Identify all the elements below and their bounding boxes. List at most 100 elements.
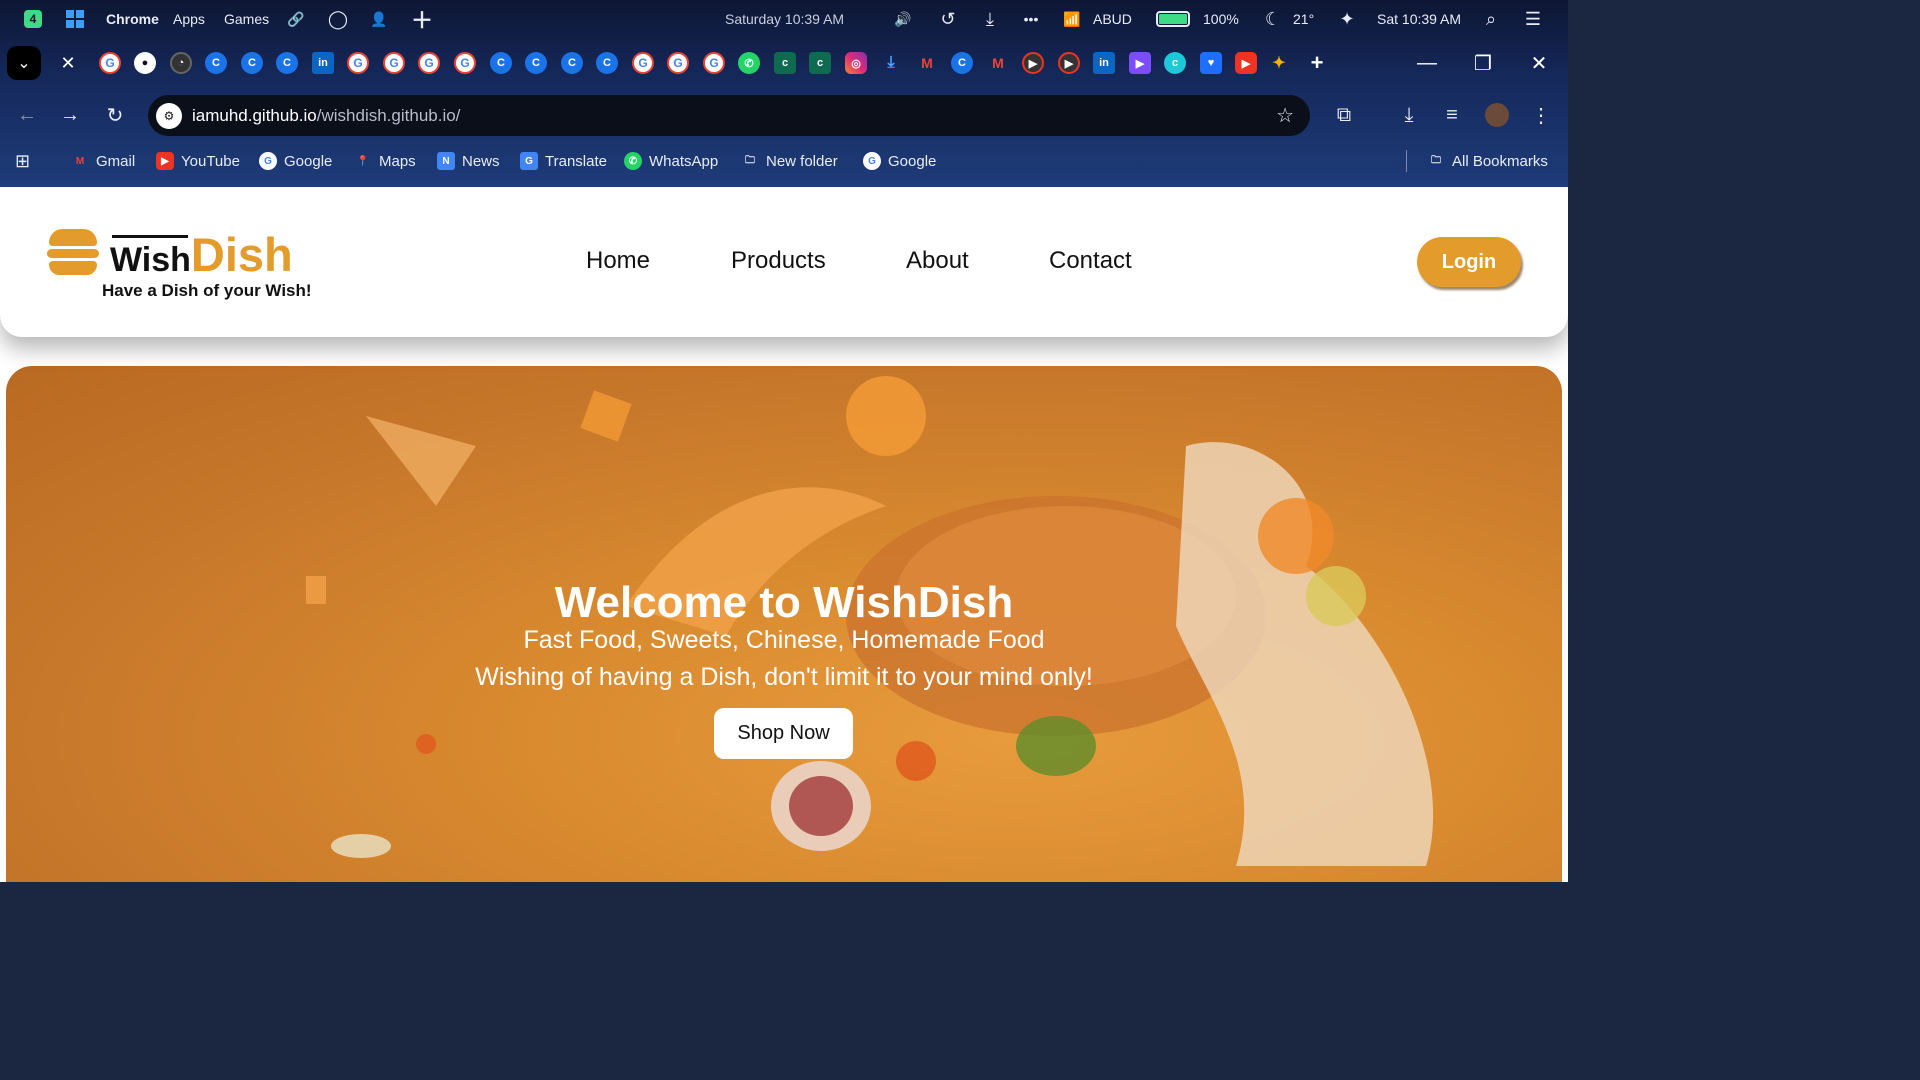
instagram-icon[interactable]: ◎ (845, 52, 867, 74)
bookmark-label: News (462, 152, 500, 170)
google-icon[interactable]: G (347, 52, 369, 74)
forward-button[interactable]: → (55, 100, 85, 130)
apps-grid-button[interactable]: ⊞ (15, 150, 30, 172)
bookmark-translate[interactable]: G Translate (520, 150, 607, 172)
downloads-button[interactable]: ⤓ (1394, 100, 1424, 130)
google-icon[interactable]: G (703, 52, 725, 74)
c-site-icon[interactable]: C (951, 52, 973, 74)
c-site-icon[interactable]: C (596, 52, 618, 74)
reload-button[interactable]: ↻ (100, 100, 130, 130)
chatgpt-icon[interactable]: c (774, 52, 796, 74)
shop-now-button[interactable]: Shop Now (714, 708, 853, 759)
all-bookmarks[interactable]: 🗀 All Bookmarks (1406, 150, 1548, 172)
site-tagline: Have a Dish of your Wish! (102, 281, 312, 300)
youtube-icon[interactable]: ▶ (1058, 52, 1080, 74)
close-window-button[interactable]: ✕ (1511, 40, 1567, 86)
history-icon[interactable]: ↺ (938, 0, 958, 38)
extensions-button[interactable]: ⧉ (1329, 100, 1359, 130)
chrome-menu-button[interactable]: ⋮ (1526, 100, 1556, 130)
download-icon: ⤓ (1404, 103, 1414, 126)
youtube-icon[interactable]: ▶ (1022, 52, 1044, 74)
bookmark-gmail[interactable]: M Gmail (71, 150, 135, 172)
site-logo[interactable]: Wish Dish (110, 227, 293, 282)
search-icon[interactable]: ⌕ (1481, 0, 1501, 38)
center-clock[interactable]: Saturday 10:39 AM (725, 0, 844, 38)
sparkle-icon[interactable]: ✦ (1337, 0, 1357, 38)
nav-contact[interactable]: Contact (1049, 247, 1132, 275)
google-icon[interactable]: G (667, 52, 689, 74)
play-icon[interactable]: ▶ (1129, 52, 1151, 74)
gmail-icon[interactable]: M (916, 52, 938, 74)
volume-icon[interactable]: 🔊 (893, 0, 913, 38)
google-icon[interactable]: G (454, 52, 476, 74)
apps-menu[interactable]: Apps (173, 0, 205, 38)
minimize-button[interactable]: — (1399, 40, 1455, 86)
google-icon[interactable]: G (418, 52, 440, 74)
gmail-icon[interactable]: M (987, 52, 1009, 74)
bookmark-youtube[interactable]: ▶ YouTube (156, 150, 240, 172)
nav-products[interactable]: Products (731, 247, 826, 275)
windows-icon[interactable] (66, 0, 84, 38)
bookmark-maps[interactable]: 📍 Maps (354, 150, 416, 172)
close-tab-button[interactable]: ✕ (51, 46, 85, 80)
c-site-icon[interactable]: C (241, 52, 263, 74)
more-dots-icon[interactable]: ••• (1021, 0, 1041, 38)
weather-temp[interactable]: 21° (1293, 0, 1314, 38)
workspace-badge[interactable]: 4 (24, 0, 42, 38)
bookmark-whatsapp[interactable]: ✆ WhatsApp (624, 150, 718, 172)
c-site-icon[interactable]: C (276, 52, 298, 74)
wifi-icon[interactable]: 📶 (1062, 0, 1082, 38)
burger-logo-icon[interactable] (47, 229, 99, 277)
translate-icon: G (520, 152, 538, 170)
plus-icon[interactable]: ＋ (411, 0, 433, 38)
linkedin-icon[interactable]: in (312, 52, 334, 74)
tab-search-button[interactable]: ⌄ (7, 46, 41, 80)
google-icon[interactable]: G (383, 52, 405, 74)
c-site-icon[interactable]: C (525, 52, 547, 74)
site-info-icon[interactable]: ⚙ (156, 102, 182, 129)
address-text[interactable]: iamuhd.github.io/wishdish.github.io/ (192, 106, 460, 126)
restore-button[interactable]: ❐ (1455, 40, 1511, 86)
bookmark-google[interactable]: G Google (863, 150, 936, 172)
network-name[interactable]: ABUD (1093, 0, 1132, 38)
back-button[interactable]: ← (12, 100, 42, 130)
c-site-icon[interactable]: C (205, 52, 227, 74)
canva-icon[interactable]: c (1164, 52, 1186, 74)
download-icon[interactable]: ⤓ (880, 52, 902, 74)
github-icon[interactable]: ● (134, 52, 156, 74)
profile-avatar[interactable] (1482, 100, 1512, 130)
address-bar[interactable]: ⚙ iamuhd.github.io/wishdish.github.io/ ☆ (148, 95, 1310, 136)
c-site-icon[interactable]: C (561, 52, 583, 74)
link-icon[interactable]: 🔗 (286, 0, 306, 38)
media-button[interactable]: ≡ (1437, 100, 1467, 130)
moon-icon[interactable]: ☾ (1263, 0, 1283, 38)
new-tab-button[interactable]: + (1306, 50, 1328, 75)
bookmark-google[interactable]: G Google (259, 150, 332, 172)
chatgpt-icon[interactable]: c (809, 52, 831, 74)
gemini-icon[interactable]: ✦ (1268, 52, 1290, 74)
c-site-icon[interactable]: C (490, 52, 512, 74)
bookmark-star-icon[interactable]: ☆ (1276, 103, 1294, 128)
bookmark-news[interactable]: N News (437, 150, 500, 172)
active-app-label[interactable]: Chrome (106, 0, 159, 38)
download-icon[interactable]: ⤓ (980, 0, 1000, 38)
list-icon[interactable]: ☰ (1523, 0, 1543, 38)
whatsapp-icon[interactable]: ✆ (738, 52, 760, 74)
google-icon[interactable]: G (632, 52, 654, 74)
bookmark-new-folder[interactable]: 🗀 New folder (741, 150, 838, 172)
games-menu[interactable]: Games (224, 0, 269, 38)
taskbar-clock[interactable]: Sat 10:39 AM (1377, 0, 1461, 38)
battery-icon[interactable] (1156, 0, 1190, 38)
user-icon[interactable]: 👤 (369, 0, 389, 38)
browser-chrome: 4 Chrome Apps Games 🔗 ◯ 👤 ＋ Saturday 10:… (0, 0, 1568, 187)
bookmark-label: Maps (379, 152, 416, 170)
login-button[interactable]: Login (1417, 237, 1521, 287)
google-icon[interactable]: G (99, 52, 121, 74)
circle-icon[interactable]: ◯ (328, 0, 348, 38)
nav-home[interactable]: Home (586, 247, 650, 275)
clock-icon[interactable]: ◔ (170, 52, 192, 74)
youtube-icon[interactable]: ▶ (1235, 52, 1257, 74)
nav-about[interactable]: About (906, 247, 969, 275)
linkedin-icon[interactable]: in (1093, 52, 1115, 74)
heart-icon[interactable]: ♥ (1200, 52, 1222, 74)
